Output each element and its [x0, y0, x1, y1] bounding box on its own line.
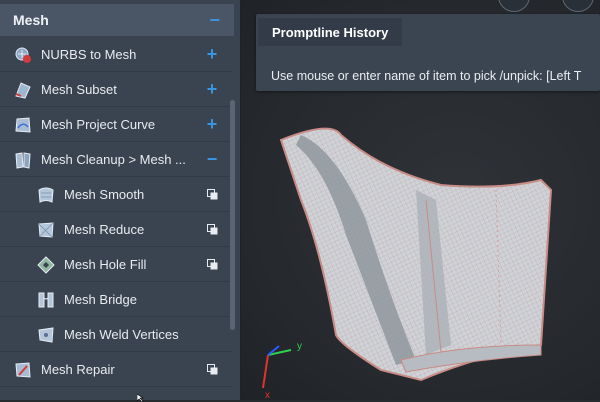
mesh-reduce-icon — [38, 221, 54, 238]
axis-y-label: y — [297, 341, 302, 352]
panel-header[interactable]: Mesh − — [0, 4, 234, 36]
menu-item-label: Mesh Subset — [41, 82, 117, 97]
mesh-subset-icon — [15, 81, 31, 99]
menu-item-mesh-project-curve[interactable]: Mesh Project Curve + — [0, 108, 232, 142]
axis-x-label: x — [265, 390, 270, 400]
panel-title: Mesh — [13, 12, 49, 28]
menu-item-mesh-repair[interactable]: Mesh Repair — [0, 353, 232, 387]
menu-item-label: Mesh Bridge — [64, 292, 137, 307]
promptline-history-window: Promptline History Use mouse or enter na… — [256, 14, 600, 91]
nurbs-to-mesh-icon — [15, 47, 31, 63]
menu-item-mesh-bridge[interactable]: Mesh Bridge — [0, 283, 232, 317]
add-icon[interactable]: + — [204, 80, 220, 98]
mesh-repair-icon — [15, 361, 31, 378]
menu-item-label: Mesh Repair — [41, 362, 115, 377]
window-icon[interactable] — [204, 221, 220, 237]
mesh-cleanup-icon — [15, 151, 31, 169]
add-icon[interactable]: + — [204, 115, 220, 133]
window-icon[interactable] — [204, 186, 220, 202]
menu-item-mesh-smooth[interactable]: Mesh Smooth — [0, 178, 232, 212]
mesh-project-curve-icon — [15, 116, 31, 133]
menu-item-nurbs-to-mesh[interactable]: NURBS to Mesh + — [0, 38, 232, 72]
promptline-message: Use mouse or enter name of item to pick … — [271, 69, 582, 83]
panel-scrollbar[interactable] — [230, 100, 235, 330]
menu-item-mesh-hole-fill[interactable]: Mesh Hole Fill — [0, 248, 232, 282]
menu-item-mesh-weld-vertices[interactable]: Mesh Weld Vertices — [0, 318, 232, 352]
window-icon[interactable] — [204, 256, 220, 272]
menu-item-label: Mesh Reduce — [64, 222, 145, 237]
mouse-cursor-icon — [137, 394, 144, 402]
menu-item-mesh-subset[interactable]: Mesh Subset + — [0, 73, 232, 107]
mesh-tool-panel: Mesh − NURBS to Mesh + Mesh Subset + Mes… — [0, 0, 241, 400]
menu-item-label: Mesh Project Curve — [41, 117, 156, 132]
mesh-weld-vertices-icon — [38, 326, 54, 343]
menu-item-mesh-reduce[interactable]: Mesh Reduce — [0, 213, 232, 247]
add-icon[interactable]: + — [204, 45, 220, 63]
menu-item-mesh-cleanup[interactable]: Mesh Cleanup > Mesh ... − — [0, 143, 232, 177]
menu-item-label: Mesh Weld Vertices — [64, 327, 179, 342]
menu-item-label: Mesh Hole Fill — [64, 257, 147, 272]
mesh-bridge-icon — [38, 292, 54, 307]
window-icon[interactable] — [204, 361, 220, 377]
mesh-smooth-icon — [38, 187, 54, 203]
menu-item-label: NURBS to Mesh — [41, 47, 137, 62]
menu-item-label: Mesh Cleanup > Mesh ... — [41, 152, 186, 167]
collapse-icon[interactable]: − — [204, 150, 220, 168]
mesh-hole-fill-icon — [37, 255, 55, 274]
toolbar-button[interactable] — [562, 0, 594, 12]
tab-promptline-history[interactable]: Promptline History — [258, 18, 403, 46]
toolbar-button[interactable] — [498, 0, 530, 12]
top-toolbar-icons — [490, 0, 600, 14]
collapse-icon[interactable]: − — [209, 11, 220, 29]
menu-item-label: Mesh Smooth — [64, 187, 145, 202]
